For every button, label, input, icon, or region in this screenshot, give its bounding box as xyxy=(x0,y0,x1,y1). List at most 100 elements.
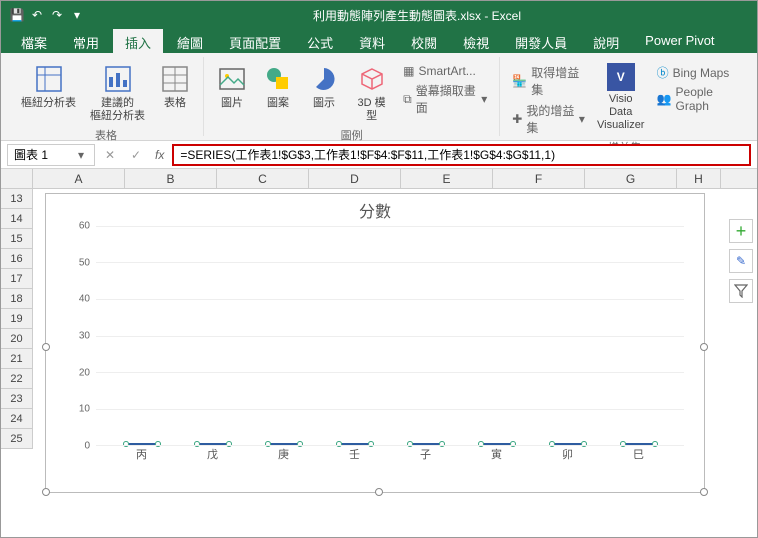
formula-input[interactable]: =SERIES(工作表1!$G$3,工作表1!$F$4:$F$11,工作表1!$… xyxy=(172,144,751,166)
ribbon-tab-1[interactable]: 常用 xyxy=(61,29,111,53)
row-header[interactable]: 18 xyxy=(1,289,32,309)
ribbon-tab-2[interactable]: 插入 xyxy=(113,29,163,53)
row-header[interactable]: 22 xyxy=(1,369,32,389)
window-title: 利用動態陣列產生動態圖表.xlsx - Excel xyxy=(85,7,749,24)
column-header[interactable]: D xyxy=(309,169,401,188)
my-addins-button[interactable]: ✚我的增益集 ▾ xyxy=(508,101,589,137)
chart-side-tools: + ✎ xyxy=(729,219,753,303)
pictures-button[interactable]: 圖片 xyxy=(212,61,252,112)
name-box[interactable]: 圖表 1 ▾ xyxy=(7,144,95,166)
chart-filters-button[interactable] xyxy=(729,279,753,303)
pivot-table-button[interactable]: 樞紐分析表 xyxy=(17,61,80,112)
smartart-icon: ▦ xyxy=(403,64,414,78)
bing-icon: ⓑ xyxy=(657,64,669,81)
ribbon-tab-8[interactable]: 檢視 xyxy=(451,29,501,53)
row-header[interactable]: 14 xyxy=(1,209,32,229)
row-header[interactable]: 19 xyxy=(1,309,32,329)
save-icon[interactable]: 💾 xyxy=(9,7,25,23)
ribbon-tab-6[interactable]: 資料 xyxy=(347,29,397,53)
x-label: 丙 xyxy=(117,446,167,466)
undo-icon[interactable]: ↶ xyxy=(29,7,45,23)
chart-plot-area[interactable]: 0102030405060 丙戊庚壬子寅卯巳 xyxy=(96,226,684,466)
chevron-down-icon: ▾ xyxy=(481,92,487,106)
row-header[interactable]: 15 xyxy=(1,229,32,249)
ribbon-tab-0[interactable]: 檔案 xyxy=(9,29,59,53)
y-tick: 40 xyxy=(79,294,90,305)
chart-object[interactable]: 分數 0102030405060 丙戊庚壬子寅卯巳 xyxy=(45,193,705,493)
grid-body[interactable]: 分數 0102030405060 丙戊庚壬子寅卯巳 + ✎ xyxy=(33,189,757,537)
row-header[interactable]: 24 xyxy=(1,409,32,429)
worksheet-area: 13141516171819202122232425 ABCDEFGH 分數 0… xyxy=(1,169,757,537)
resize-handle-s[interactable] xyxy=(375,488,383,496)
chart-styles-button[interactable]: ✎ xyxy=(729,249,753,273)
row-header[interactable]: 23 xyxy=(1,389,32,409)
y-tick: 30 xyxy=(79,331,90,342)
group-label-tables: 表格 xyxy=(95,125,117,145)
formula-bar: 圖表 1 ▾ ✕ ✓ fx =SERIES(工作表1!$G$3,工作表1!$F$… xyxy=(1,141,757,169)
y-tick: 50 xyxy=(79,257,90,268)
y-tick: 10 xyxy=(79,404,90,415)
column-header[interactable]: F xyxy=(493,169,585,188)
people-graph-button[interactable]: 👥People Graph xyxy=(653,84,741,114)
ribbon-tab-9[interactable]: 開發人員 xyxy=(503,29,579,53)
chart-elements-button[interactable]: + xyxy=(729,219,753,243)
visio-button[interactable]: V Visio Data Visualizer xyxy=(595,61,647,135)
x-label: 戊 xyxy=(188,446,238,466)
recommended-pivot-button[interactable]: 建議的 樞紐分析表 xyxy=(86,61,149,125)
row-header[interactable]: 13 xyxy=(1,189,32,209)
ribbon-tab-4[interactable]: 頁面配置 xyxy=(217,29,293,53)
y-axis: 0102030405060 xyxy=(66,226,94,446)
y-tick: 20 xyxy=(79,367,90,378)
ribbon-tab-11[interactable]: Power Pivot xyxy=(633,29,726,53)
icons-button[interactable]: 圖示 xyxy=(304,61,344,112)
resize-handle-se[interactable] xyxy=(700,488,708,496)
group-label-illustrations: 圖例 xyxy=(341,125,363,145)
resize-handle-e[interactable] xyxy=(700,343,708,351)
column-header[interactable]: E xyxy=(401,169,493,188)
screenshot-button[interactable]: ⧉螢幕擷取畫面 ▾ xyxy=(399,81,491,117)
people-icon: 👥 xyxy=(657,92,672,106)
select-all-corner[interactable] xyxy=(1,169,33,189)
smartart-button[interactable]: ▦SmartArt... xyxy=(399,63,491,79)
qat-dropdown-icon[interactable]: ▾ xyxy=(69,7,85,23)
ribbon-group-tables: 樞紐分析表 建議的 樞紐分析表 表格 表格 xyxy=(9,57,204,136)
ribbon-tab-10[interactable]: 說明 xyxy=(581,29,631,53)
column-header[interactable]: B xyxy=(125,169,217,188)
y-tick: 60 xyxy=(79,221,90,232)
get-addins-button[interactable]: 🏪取得增益集 xyxy=(508,63,589,99)
enter-button[interactable]: ✓ xyxy=(125,144,147,166)
ribbon-tab-5[interactable]: 公式 xyxy=(295,29,345,53)
chart-title[interactable]: 分數 xyxy=(46,194,704,226)
shapes-button[interactable]: 圖案 xyxy=(258,61,298,112)
screenshot-icon: ⧉ xyxy=(403,92,412,107)
row-header[interactable]: 20 xyxy=(1,329,32,349)
row-header[interactable]: 17 xyxy=(1,269,32,289)
resize-handle-w[interactable] xyxy=(42,343,50,351)
row-header[interactable]: 21 xyxy=(1,349,32,369)
column-header[interactable]: A xyxy=(33,169,125,188)
chevron-down-icon[interactable]: ▾ xyxy=(74,148,88,162)
x-label: 壬 xyxy=(330,446,380,466)
ribbon: 樞紐分析表 建議的 樞紐分析表 表格 表格 圖片 圖案 xyxy=(1,53,757,141)
fx-icon[interactable]: fx xyxy=(151,148,168,162)
addins-icon: ✚ xyxy=(512,112,522,126)
x-axis-labels: 丙戊庚壬子寅卯巳 xyxy=(96,446,684,466)
cancel-button[interactable]: ✕ xyxy=(99,144,121,166)
table-button[interactable]: 表格 xyxy=(155,61,195,112)
ribbon-tab-7[interactable]: 校閱 xyxy=(399,29,449,53)
y-tick: 0 xyxy=(84,441,90,452)
3d-models-button[interactable]: 3D 模型 xyxy=(350,61,393,125)
row-header[interactable]: 25 xyxy=(1,429,32,449)
redo-icon[interactable]: ↷ xyxy=(49,7,65,23)
column-headers: ABCDEFGH xyxy=(33,169,757,189)
ribbon-tabs: 檔案常用插入繪圖頁面配置公式資料校閱檢視開發人員說明Power Pivot xyxy=(1,29,757,53)
x-label: 子 xyxy=(401,446,451,466)
bing-maps-button[interactable]: ⓑBing Maps xyxy=(653,63,741,82)
column-header[interactable]: G xyxy=(585,169,677,188)
column-header[interactable]: H xyxy=(677,169,721,188)
column-header[interactable]: C xyxy=(217,169,309,188)
row-header[interactable]: 16 xyxy=(1,249,32,269)
store-icon: 🏪 xyxy=(512,74,527,88)
ribbon-tab-3[interactable]: 繪圖 xyxy=(165,29,215,53)
resize-handle-sw[interactable] xyxy=(42,488,50,496)
